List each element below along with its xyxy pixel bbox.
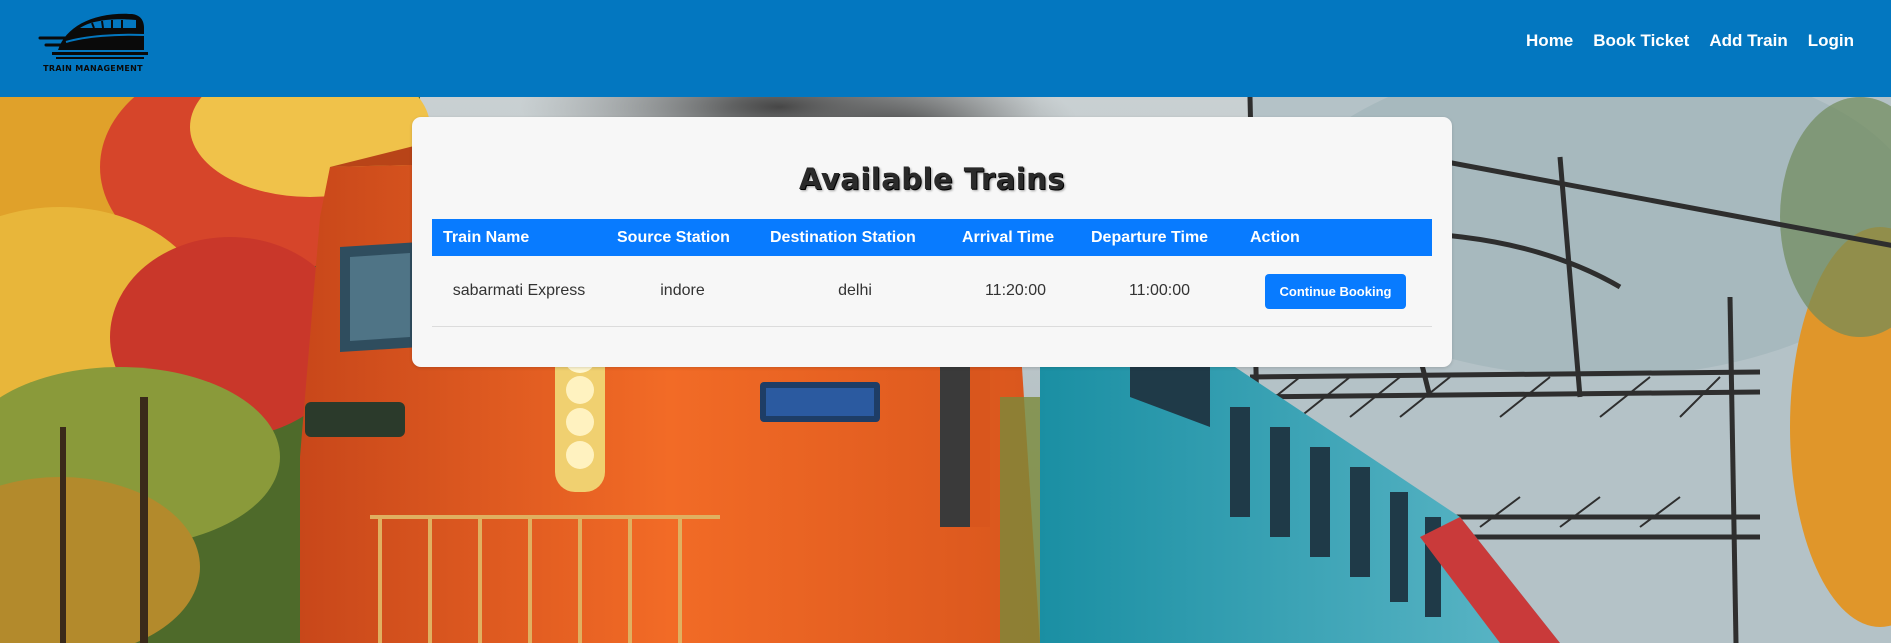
page-title: Available Trains — [798, 162, 1066, 196]
cell-source-station: indore — [606, 256, 759, 327]
logo-text: TRAIN MANAGEMENT — [43, 64, 143, 73]
column-header-destination-station: Destination Station — [759, 219, 951, 256]
nav-book-ticket-link[interactable]: Book Ticket — [1593, 31, 1689, 51]
table-row: sabarmati Express indore delhi 11:20:00 … — [432, 256, 1432, 327]
trains-table: Train Name Source Station Destination St… — [432, 219, 1432, 327]
column-header-departure-time: Departure Time — [1080, 219, 1239, 256]
navbar: TRAIN MANAGEMENT Home Book Ticket Add Tr… — [0, 0, 1891, 97]
logo[interactable]: TRAIN MANAGEMENT — [36, 4, 150, 76]
nav-login-link[interactable]: Login — [1808, 31, 1854, 51]
continue-booking-button[interactable]: Continue Booking — [1264, 273, 1407, 309]
nav-home-link[interactable]: Home — [1526, 31, 1573, 51]
cell-departure-time: 11:00:00 — [1080, 256, 1239, 327]
page: TRAIN MANAGEMENT Home Book Ticket Add Tr… — [0, 0, 1891, 643]
nav-links: Home Book Ticket Add Train Login — [1506, 31, 1854, 51]
cell-action: Continue Booking — [1239, 256, 1432, 327]
available-trains-card: Available Trains Train Name Source Stati… — [412, 117, 1452, 367]
column-header-source-station: Source Station — [606, 219, 759, 256]
train-logo-icon — [38, 13, 148, 59]
cell-destination-station: delhi — [759, 256, 951, 327]
cell-arrival-time: 11:20:00 — [951, 256, 1080, 327]
column-header-train-name: Train Name — [432, 219, 606, 256]
column-header-action: Action — [1239, 219, 1432, 256]
nav-add-train-link[interactable]: Add Train — [1709, 31, 1787, 51]
column-header-arrival-time: Arrival Time — [951, 219, 1080, 256]
table-header-row: Train Name Source Station Destination St… — [432, 219, 1432, 256]
cell-train-name: sabarmati Express — [432, 256, 606, 327]
